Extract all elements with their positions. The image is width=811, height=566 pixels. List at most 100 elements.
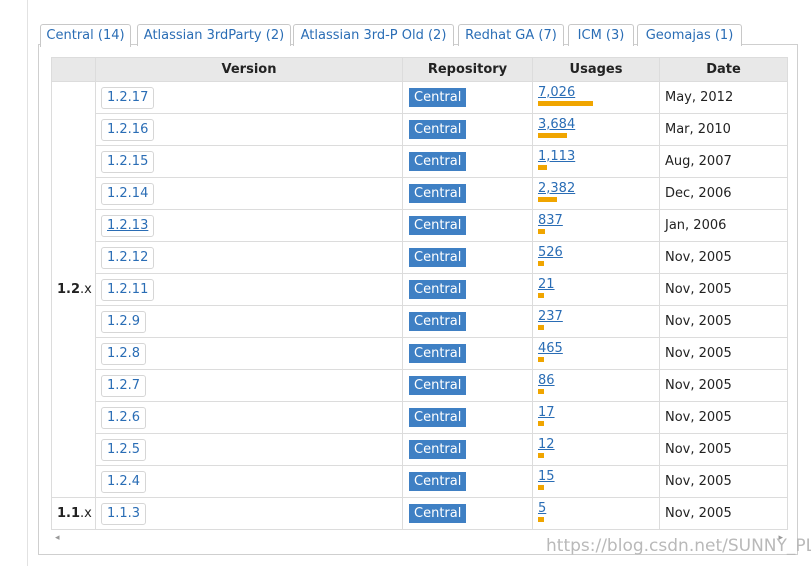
date-cell: Nov, 2005 xyxy=(659,337,788,370)
version-cell: 1.2.15 xyxy=(95,145,403,178)
repository-badge[interactable]: Central xyxy=(409,280,467,299)
scroll-left-arrow-icon[interactable]: ◂ xyxy=(55,530,60,546)
usage-bar xyxy=(538,101,593,106)
repository-badge[interactable]: Central xyxy=(409,184,467,203)
table-row: 1.2.12 Central 526 Nov, 2005 xyxy=(52,241,788,274)
repository-badge[interactable]: Central xyxy=(409,216,467,235)
usages-link[interactable]: 86 xyxy=(538,374,659,388)
repository-cell: Central xyxy=(402,465,533,498)
usages-cell: 837 xyxy=(532,209,660,242)
repository-badge[interactable]: Central xyxy=(409,408,467,427)
usages-link[interactable]: 17 xyxy=(538,406,659,420)
repository-badge[interactable]: Central xyxy=(409,120,467,139)
tab-central[interactable]: Central (14) xyxy=(40,24,131,47)
usages-link[interactable]: 1,113 xyxy=(538,150,659,164)
usages-cell: 465 xyxy=(532,337,660,370)
table-row: 1.2.16 Central 3,684 Mar, 2010 xyxy=(52,113,788,146)
repository-cell: Central xyxy=(402,337,533,370)
version-link[interactable]: 1.2.16 xyxy=(101,118,155,141)
repository-badge[interactable]: Central xyxy=(409,504,467,523)
usages-cell: 5 xyxy=(532,497,660,530)
branch-label-1-2: 1.2.x xyxy=(51,81,96,498)
usages-link[interactable]: 5 xyxy=(538,502,659,516)
usages-cell: 21 xyxy=(532,273,660,306)
usage-bar xyxy=(538,229,545,234)
usages-cell: 2,382 xyxy=(532,177,660,210)
repository-badge[interactable]: Central xyxy=(409,88,467,107)
version-cell: 1.1.3 xyxy=(95,497,403,530)
usages-cell: 15 xyxy=(532,465,660,498)
repository-badge[interactable]: Central xyxy=(409,312,467,331)
version-link[interactable]: 1.2.9 xyxy=(101,310,147,333)
usages-cell: 12 xyxy=(532,433,660,466)
version-link[interactable]: 1.2.5 xyxy=(101,438,147,461)
watermark: https://blog.csdn.net/SUNNY_PLAY xyxy=(546,536,811,556)
table-row: 1.2.15 Central 1,113 Aug, 2007 xyxy=(52,145,788,178)
version-link[interactable]: 1.2.12 xyxy=(101,246,155,269)
date-cell: Nov, 2005 xyxy=(659,369,788,402)
repository-cell: Central xyxy=(402,305,533,338)
usage-bar xyxy=(538,485,544,490)
usages-link[interactable]: 15 xyxy=(538,470,659,484)
date-cell: Nov, 2005 xyxy=(659,465,788,498)
repository-badge[interactable]: Central xyxy=(409,344,467,363)
usages-cell: 17 xyxy=(532,401,660,434)
version-link[interactable]: 1.2.7 xyxy=(101,374,147,397)
usages-cell: 526 xyxy=(532,241,660,274)
usages-link[interactable]: 12 xyxy=(538,438,659,452)
repository-cell: Central xyxy=(402,145,533,178)
version-link[interactable]: 1.1.3 xyxy=(101,502,147,525)
repository-badge[interactable]: Central xyxy=(409,248,467,267)
repository-badge[interactable]: Central xyxy=(409,472,467,491)
table-row: 1.2.11 Central 21 Nov, 2005 xyxy=(52,273,788,306)
version-cell: 1.2.17 xyxy=(95,81,403,114)
version-link[interactable]: 1.2.6 xyxy=(101,406,147,429)
table-row: 1.2.7 Central 86 Nov, 2005 xyxy=(52,369,788,402)
tab-geomajas[interactable]: Geomajas (1) xyxy=(637,24,742,46)
version-cell: 1.2.14 xyxy=(95,177,403,210)
usages-link[interactable]: 3,684 xyxy=(538,118,659,132)
usages-link[interactable]: 237 xyxy=(538,310,659,324)
column-header-usages: Usages xyxy=(532,57,660,82)
tab-redhat-ga[interactable]: Redhat GA (7) xyxy=(458,24,564,46)
usages-link[interactable]: 837 xyxy=(538,214,659,228)
repository-badge[interactable]: Central xyxy=(409,440,467,459)
repository-badge[interactable]: Central xyxy=(409,376,467,395)
repository-cell: Central xyxy=(402,369,533,402)
version-cell: 1.2.4 xyxy=(95,465,403,498)
repository-cell: Central xyxy=(402,81,533,114)
usages-cell: 7,026 xyxy=(532,81,660,114)
usage-bar xyxy=(538,325,544,330)
version-link[interactable]: 1.2.13 xyxy=(101,214,155,237)
version-link[interactable]: 1.2.15 xyxy=(101,150,155,173)
version-link[interactable]: 1.2.11 xyxy=(101,278,155,301)
date-cell: Aug, 2007 xyxy=(659,145,788,178)
version-link[interactable]: 1.2.17 xyxy=(101,86,155,109)
usages-link[interactable]: 2,382 xyxy=(538,182,659,196)
table-row: 1.2.5 Central 12 Nov, 2005 xyxy=(52,433,788,466)
repository-badge[interactable]: Central xyxy=(409,152,467,171)
version-link[interactable]: 1.2.8 xyxy=(101,342,147,365)
usages-link[interactable]: 465 xyxy=(538,342,659,356)
table-row: 1.2.6 Central 17 Nov, 2005 xyxy=(52,401,788,434)
version-link[interactable]: 1.2.14 xyxy=(101,182,155,205)
usages-link[interactable]: 7,026 xyxy=(538,86,659,100)
version-cell: 1.2.5 xyxy=(95,433,403,466)
tab-atlassian-3rdp-old[interactable]: Atlassian 3rd-P Old (2) xyxy=(293,24,454,46)
usage-bar xyxy=(538,421,544,426)
page-left-rule xyxy=(27,0,28,566)
usage-bar xyxy=(538,517,544,522)
tab-atlassian-3rdparty[interactable]: Atlassian 3rdParty (2) xyxy=(137,24,291,46)
version-cell: 1.2.9 xyxy=(95,305,403,338)
branch-label-1-1: 1.1.x xyxy=(51,497,96,530)
version-link[interactable]: 1.2.4 xyxy=(101,470,147,493)
usages-link[interactable]: 526 xyxy=(538,246,659,260)
date-cell: Nov, 2005 xyxy=(659,273,788,306)
tab-icm[interactable]: ICM (3) xyxy=(568,24,634,46)
repository-cell: Central xyxy=(402,241,533,274)
date-cell: Jan, 2006 xyxy=(659,209,788,242)
table-row: 1.2.4 Central 15 Nov, 2005 xyxy=(52,465,788,498)
repository-cell: Central xyxy=(402,209,533,242)
usage-bar xyxy=(538,453,544,458)
usages-link[interactable]: 21 xyxy=(538,278,659,292)
